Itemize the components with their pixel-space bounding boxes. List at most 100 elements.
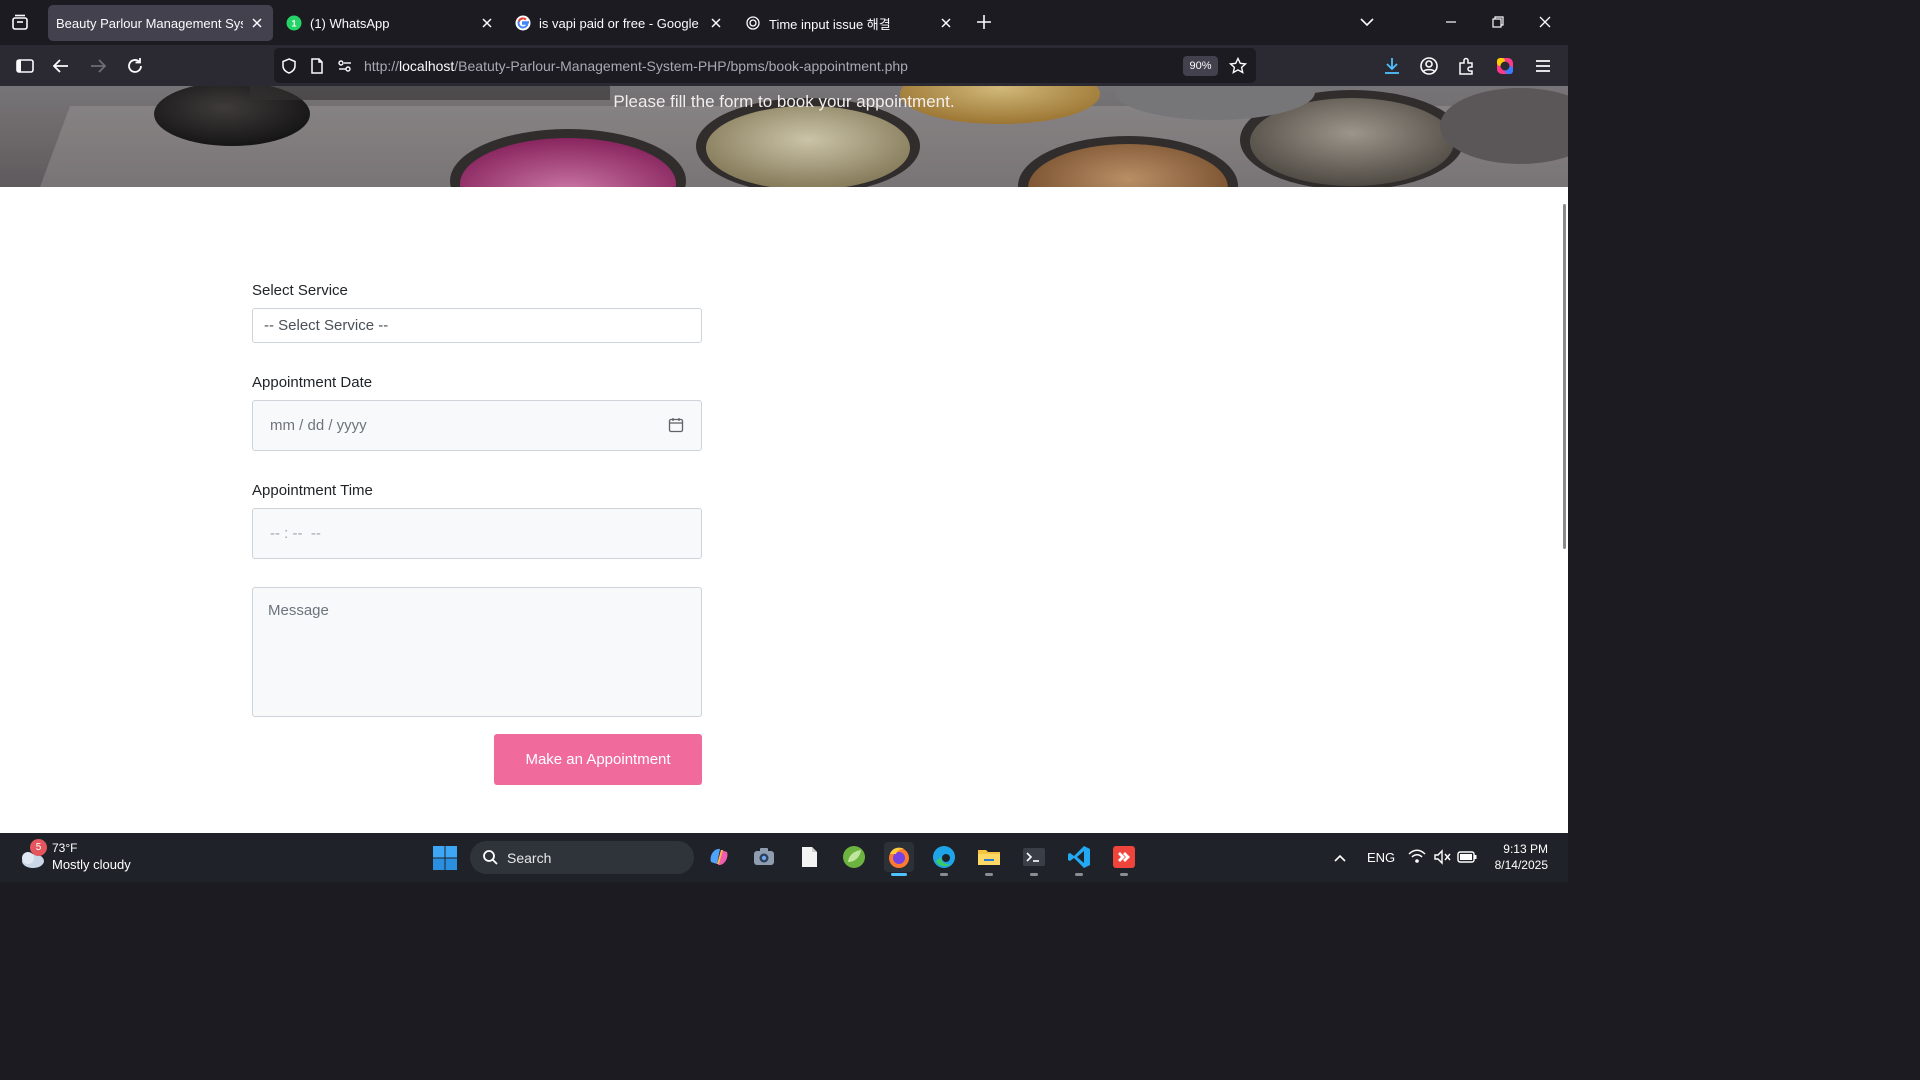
running-app-indicator (985, 873, 993, 876)
weather-description: Mostly cloudy (52, 857, 131, 872)
weather-badge: 5 (30, 839, 47, 856)
firefox-icon-glyph (889, 847, 909, 868)
taskbar-search[interactable]: Search (470, 841, 694, 874)
copilot-icon[interactable] (704, 842, 734, 872)
chevron-down-icon[interactable] (1358, 13, 1376, 31)
tab-google-search[interactable]: is vapi paid or free - Google Sea (507, 5, 732, 41)
running-app-indicator (1075, 873, 1083, 876)
vscode-icon-glyph (1068, 846, 1090, 868)
hero-banner: Please fill the form to book your appoin… (0, 86, 1568, 187)
page-scrollbar[interactable] (1563, 204, 1566, 549)
clock-date: 8/14/2025 (1494, 858, 1548, 872)
appointment-form: Select Service -- Select Service -- Appo… (252, 282, 702, 785)
tab-title: is vapi paid or free - Google Sea (539, 15, 702, 31)
spring-icon-glyph (843, 846, 865, 868)
sidebar-icon[interactable] (14, 55, 36, 77)
make-appointment-button[interactable]: Make an Appointment (494, 734, 702, 785)
copilot-icon-glyph (710, 848, 728, 866)
close-tab-icon[interactable] (249, 15, 265, 31)
close-tab-icon[interactable] (938, 15, 954, 31)
downloads-icon[interactable] (1381, 55, 1403, 77)
edge-icon[interactable] (929, 842, 959, 876)
message-textarea[interactable]: Message (252, 587, 702, 717)
close-window-icon[interactable] (1535, 12, 1555, 32)
notepad-icon-glyph (802, 847, 817, 867)
forward-arrow-icon[interactable] (87, 55, 109, 77)
url-scheme: http:// (364, 58, 400, 74)
calendar-icon[interactable] (668, 417, 684, 433)
minimize-icon[interactable] (1441, 12, 1461, 32)
url-bar[interactable]: http://localhost/Beatuty-Parlour-Managem… (274, 48, 1256, 83)
chevron-up-icon[interactable] (1332, 850, 1348, 866)
tab-title: (1) WhatsApp (310, 15, 390, 31)
tab-beauty-parlour[interactable]: Beauty Parlour Management System (48, 5, 273, 41)
tab-title: Beauty Parlour Management System (56, 15, 243, 31)
page-info-icon[interactable] (308, 57, 326, 75)
navigation-bar: http://localhost/Beatuty-Parlour-Managem… (0, 45, 1568, 86)
running-app-indicator (1030, 873, 1038, 876)
chatgpt-icon (746, 16, 760, 30)
tab-whatsapp[interactable]: 1 (1) WhatsApp (278, 5, 503, 41)
input-language[interactable]: ENG (1367, 850, 1395, 865)
service-select[interactable]: -- Select Service -- (252, 308, 702, 343)
colorful-extension-icon[interactable] (1494, 55, 1516, 77)
camera-icon-glyph (754, 848, 774, 865)
running-app-indicator (1120, 873, 1128, 876)
zoom-level[interactable]: 90% (1183, 56, 1218, 76)
close-tab-icon[interactable] (708, 15, 724, 31)
wifi-icon[interactable] (1408, 849, 1426, 865)
extensions-icon[interactable] (1455, 55, 1477, 77)
anydesk-icon-glyph (1113, 846, 1135, 868)
permissions-icon[interactable] (336, 57, 354, 75)
firefox-icon[interactable] (884, 842, 914, 876)
page-content: Please fill the form to book your appoin… (0, 86, 1568, 833)
spring-icon[interactable] (839, 842, 869, 872)
battery-icon[interactable] (1457, 849, 1477, 865)
url-path: /Beatuty-Parlour-Management-System-PHP/b… (454, 58, 908, 74)
time-label: Appointment Time (252, 482, 373, 499)
file-explorer-icon[interactable] (974, 842, 1004, 876)
folder-icon (978, 850, 1000, 865)
clock-time: 9:13 PM (1503, 842, 1548, 856)
tab-list-icon[interactable] (10, 12, 30, 32)
taskbar: 5 73°F Mostly cloudy Search ENG 9:13 PM … (0, 833, 1568, 882)
terminal-icon[interactable] (1019, 842, 1049, 876)
camera-icon[interactable] (749, 842, 779, 872)
url-text[interactable]: http://localhost/Beatuty-Parlour-Managem… (364, 58, 908, 74)
reload-icon[interactable] (124, 55, 146, 77)
volume-muted-icon[interactable] (1433, 849, 1451, 865)
date-label: Appointment Date (252, 374, 373, 391)
shield-icon[interactable] (280, 57, 298, 75)
bookmark-star-icon[interactable] (1228, 56, 1248, 76)
menu-icon[interactable] (1532, 55, 1554, 77)
hero-caption: Please fill the form to book your appoin… (613, 92, 955, 111)
close-tab-icon[interactable] (479, 15, 495, 31)
windows-start-icon[interactable] (432, 845, 458, 871)
google-icon (515, 15, 531, 31)
whatsapp-icon: 1 (286, 15, 302, 31)
running-app-indicator (940, 873, 948, 876)
new-tab-icon[interactable] (974, 12, 994, 32)
weather-temperature: 73°F (52, 841, 78, 855)
service-label: Select Service (252, 282, 348, 299)
time-placeholder: -- : -- -- (270, 525, 321, 542)
search-icon (483, 850, 498, 865)
system-clock[interactable]: 9:13 PM 8/14/2025 (1495, 841, 1548, 873)
vscode-icon[interactable] (1064, 842, 1094, 876)
appointment-time-input[interactable]: -- : -- -- (252, 508, 702, 559)
account-icon[interactable] (1418, 55, 1440, 77)
notepad-icon[interactable] (794, 842, 824, 872)
terminal-icon-glyph (1023, 848, 1045, 866)
anydesk-icon[interactable] (1109, 842, 1139, 876)
weather-widget[interactable]: 5 73°F Mostly cloudy (16, 839, 156, 875)
tab-chatgpt[interactable]: Time input issue 해결 (737, 5, 962, 41)
date-placeholder: mm / dd / yyyy (270, 417, 367, 434)
active-app-indicator (891, 873, 907, 876)
tab-bar: Beauty Parlour Management System 1 (1) W… (0, 0, 1568, 45)
message-placeholder: Message (268, 602, 329, 619)
svg-text:1: 1 (291, 19, 296, 29)
appointment-date-input[interactable]: mm / dd / yyyy (252, 400, 702, 451)
back-arrow-icon[interactable] (50, 55, 72, 77)
url-host: localhost (399, 58, 455, 74)
restore-icon[interactable] (1488, 12, 1508, 32)
